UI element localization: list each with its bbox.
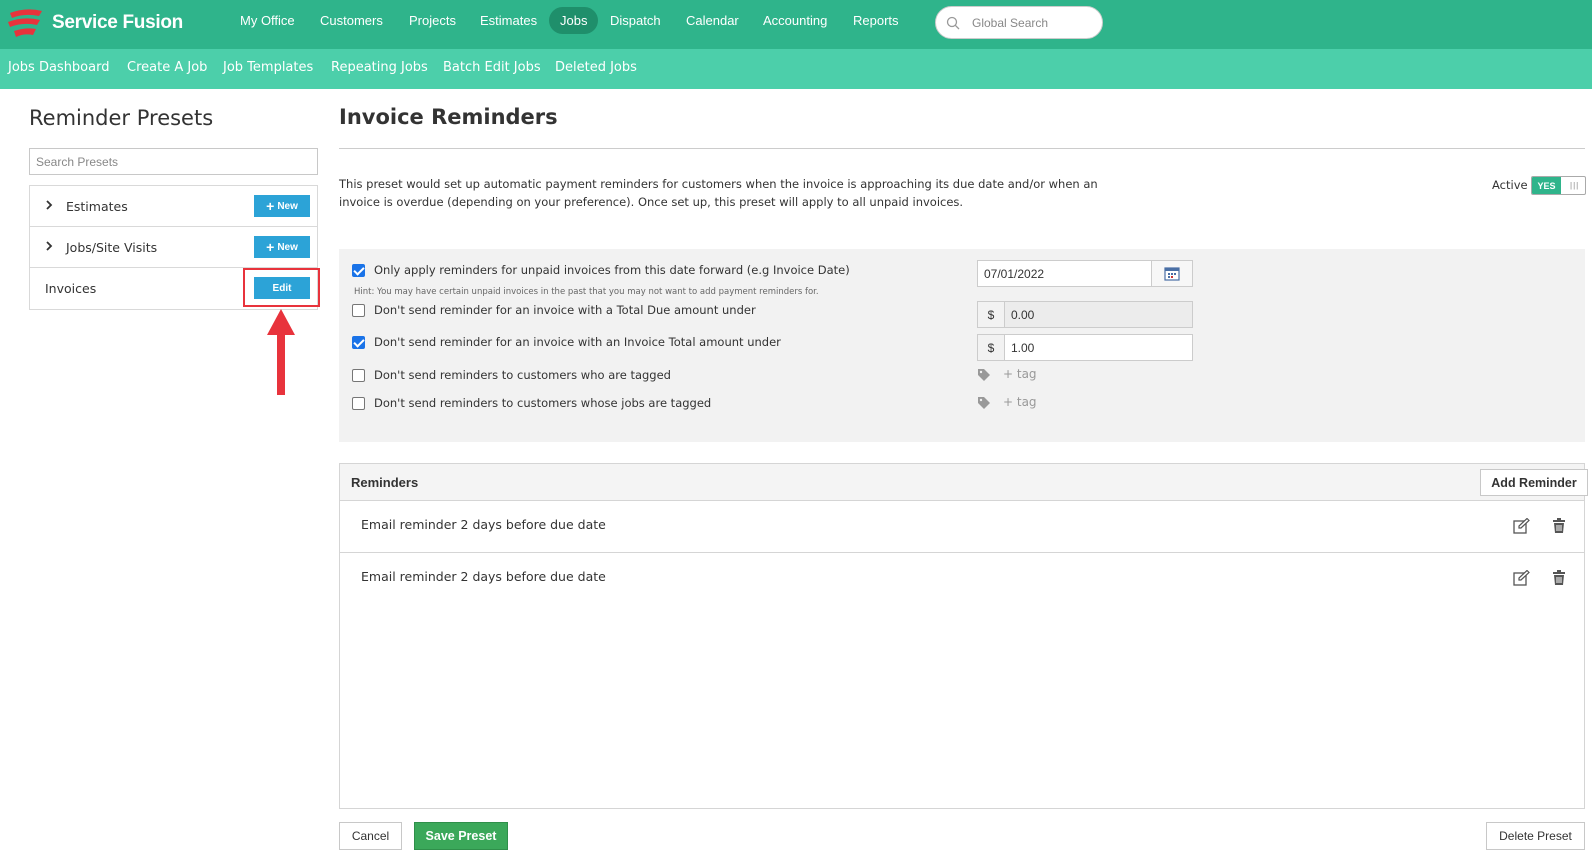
date-input[interactable]: 07/01/2022 [977, 260, 1193, 287]
title-divider [339, 148, 1585, 149]
edit-icon[interactable] [1513, 570, 1530, 586]
plus-icon: + [266, 198, 275, 214]
invoice-reminders-title: Invoice Reminders [339, 105, 558, 129]
search-icon [946, 16, 960, 30]
job-tag-input[interactable]: + tag [977, 395, 1037, 409]
nav-projects[interactable]: Projects [409, 13, 456, 28]
preset-description: This preset would set up automatic payme… [339, 177, 1098, 209]
calendar-icon [1164, 267, 1180, 281]
invoice-total-value: 1.00 [1011, 341, 1035, 355]
option-customers-tagged[interactable]: Don't send reminders to customers who ar… [352, 368, 671, 382]
edit-button-highlight [243, 268, 320, 307]
button-label: New [277, 241, 298, 253]
reminders-header: Reminders Add Reminder [340, 464, 1588, 501]
chevron-right-icon[interactable] [44, 199, 54, 211]
currency-symbol: $ [978, 302, 1005, 327]
subnav-jobs-dashboard[interactable]: Jobs Dashboard [8, 60, 109, 75]
subnav-create-a-job[interactable]: Create A Job [127, 60, 207, 75]
trash-icon[interactable] [1552, 518, 1566, 534]
search-presets-input[interactable]: Search Presets [29, 148, 318, 175]
nav-dispatch[interactable]: Dispatch [610, 13, 661, 28]
option-label: Don't send reminder for an invoice with … [374, 303, 756, 317]
option-date-forward[interactable]: Only apply reminders for unpaid invoices… [352, 263, 850, 277]
currency-symbol: $ [978, 335, 1005, 360]
option-invoice-total[interactable]: Don't send reminder for an invoice with … [352, 335, 781, 349]
subnav-batch-edit-jobs[interactable]: Batch Edit Jobs [443, 60, 541, 75]
checkbox-total-due[interactable] [352, 303, 365, 317]
toggle-grip-icon: ||| [1570, 181, 1580, 190]
preset-label: Jobs/Site Visits [66, 240, 158, 255]
new-estimates-preset-button[interactable]: + New [254, 195, 310, 217]
reminder-row: Email reminder 2 days before due date [340, 501, 1584, 553]
global-search-input[interactable]: Global Search [935, 6, 1103, 39]
nav-calendar[interactable]: Calendar [686, 13, 739, 28]
checkbox-jobs-tagged[interactable] [352, 396, 365, 410]
reminder-row: Email reminder 2 days before due date [340, 553, 1584, 605]
reminders-title: Reminders [351, 475, 419, 490]
option-jobs-tagged[interactable]: Don't send reminders to customers whose … [352, 396, 711, 410]
global-search-placeholder: Global Search [972, 16, 1049, 30]
red-up-arrow-icon [267, 309, 295, 395]
plus-icon: + [266, 239, 275, 255]
customer-tag-input[interactable]: + tag [977, 367, 1037, 381]
tag-icon [978, 368, 990, 381]
date-hint: Hint: You may have certain unpaid invoic… [354, 287, 819, 297]
service-fusion-logo-icon [8, 9, 42, 37]
search-presets-placeholder: Search Presets [36, 154, 119, 169]
checkbox-invoice-total[interactable] [352, 335, 365, 349]
checkbox-date-forward[interactable] [352, 263, 365, 277]
add-reminder-button[interactable]: Add Reminder [1480, 469, 1588, 496]
nav-accounting[interactable]: Accounting [763, 13, 827, 28]
preset-label: Invoices [45, 281, 97, 296]
tag-placeholder: + tag [1003, 367, 1037, 381]
checkbox-customers-tagged[interactable] [352, 368, 365, 382]
preset-label: Estimates [66, 199, 128, 214]
preset-row-jobs-site-visits[interactable]: Jobs/Site Visits + New [30, 227, 317, 268]
logo-text: Service Fusion [52, 12, 183, 33]
tag-placeholder: + tag [1003, 395, 1037, 409]
nav-jobs[interactable]: Jobs [549, 7, 599, 34]
new-jobs-preset-button[interactable]: + New [254, 236, 310, 258]
reminders-panel: Reminders Add Reminder Email reminder 2 … [339, 463, 1588, 809]
option-label: Don't send reminder for an invoice with … [374, 335, 781, 349]
subnav-repeating-jobs[interactable]: Repeating Jobs [331, 60, 428, 75]
reminder-text: Email reminder 2 days before due date [361, 517, 606, 532]
subnav-job-templates[interactable]: Job Templates [223, 60, 313, 75]
active-toggle[interactable]: YES ||| [1531, 176, 1586, 195]
preset-row-estimates[interactable]: Estimates + New [30, 186, 317, 227]
tag-icon [978, 396, 990, 409]
total-due-amount-input[interactable]: $ 0.00 [977, 301, 1193, 328]
option-total-due[interactable]: Don't send reminder for an invoice with … [352, 303, 756, 317]
nav-estimates[interactable]: Estimates [480, 13, 537, 28]
chevron-right-icon[interactable] [44, 240, 54, 252]
options-panel: Only apply reminders for unpaid invoices… [339, 249, 1585, 442]
reminder-presets-title: Reminder Presets [29, 106, 214, 130]
option-label: Don't send reminders to customers who ar… [374, 368, 671, 382]
nav-reports[interactable]: Reports [853, 13, 899, 28]
cancel-button[interactable]: Cancel [339, 822, 402, 850]
top-navbar: Service Fusion My Office Customers Proje… [0, 0, 1592, 49]
reminder-text: Email reminder 2 days before due date [361, 569, 606, 584]
delete-preset-button[interactable]: Delete Preset [1486, 822, 1585, 850]
save-preset-button[interactable]: Save Preset [414, 822, 508, 850]
calendar-button[interactable] [1151, 261, 1192, 286]
option-label: Only apply reminders for unpaid invoices… [374, 263, 850, 277]
nav-my-office[interactable]: My Office [240, 13, 295, 28]
invoice-total-amount-input[interactable]: $ 1.00 [977, 334, 1193, 361]
date-value: 07/01/2022 [984, 267, 1045, 281]
nav-customers[interactable]: Customers [320, 13, 383, 28]
active-label: Active [1492, 178, 1528, 192]
edit-icon[interactable] [1513, 518, 1530, 534]
toggle-yes: YES [1532, 177, 1561, 194]
app-logo[interactable]: Service Fusion [6, 6, 183, 40]
subnav-deleted-jobs[interactable]: Deleted Jobs [555, 60, 637, 75]
total-due-value: 0.00 [1011, 308, 1035, 322]
button-label: New [277, 200, 298, 212]
trash-icon[interactable] [1552, 570, 1566, 586]
jobs-subnav: Jobs Dashboard Create A Job Job Template… [0, 49, 1592, 89]
option-label: Don't send reminders to customers whose … [374, 396, 712, 410]
